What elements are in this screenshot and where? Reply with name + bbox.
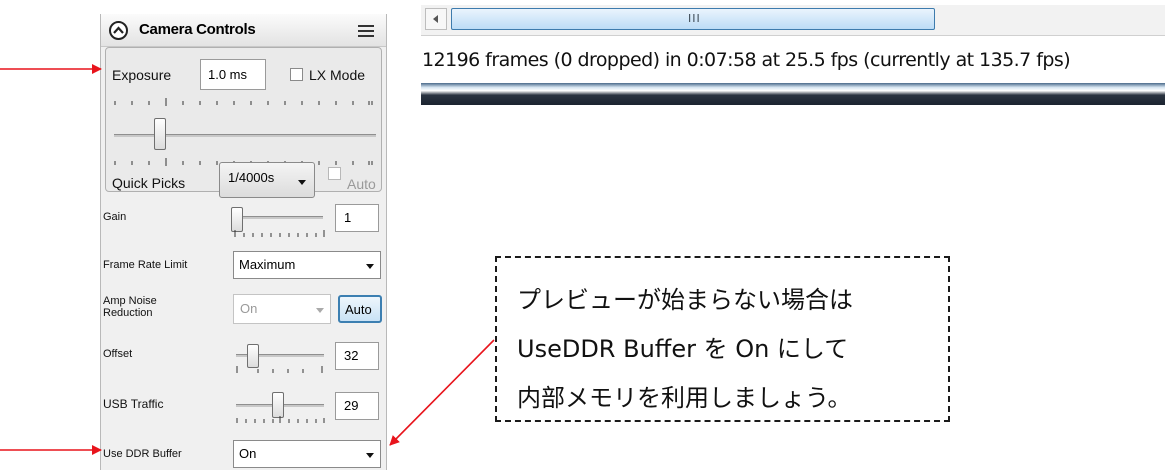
annotation-arrows [0, 64, 495, 455]
note-pointer-arrow [389, 339, 495, 446]
